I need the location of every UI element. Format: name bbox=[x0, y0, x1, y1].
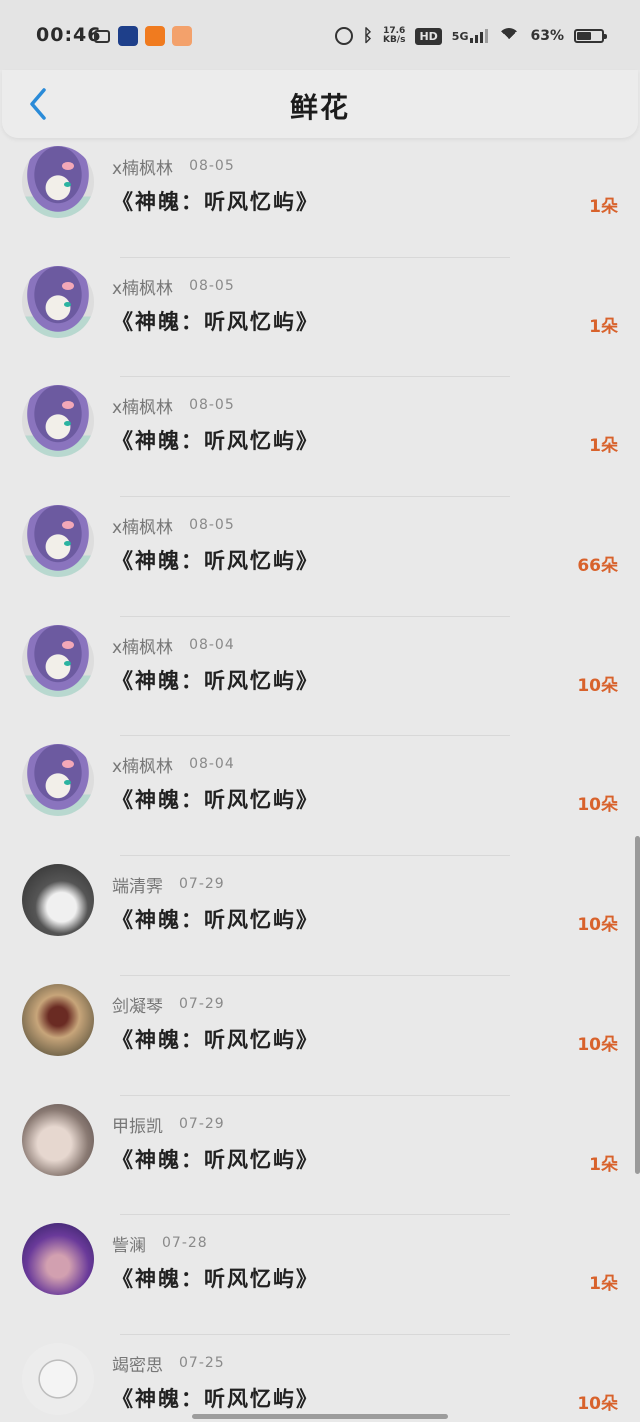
scrollbar[interactable] bbox=[635, 836, 640, 1174]
book-title[interactable]: 《神魄：听风忆屿》 bbox=[112, 425, 319, 455]
network-speed: 17.6 KB/s bbox=[382, 26, 406, 45]
book-title[interactable]: 《神魄：听风忆屿》 bbox=[112, 784, 319, 814]
book-title[interactable]: 《神魄：听风忆屿》 bbox=[112, 306, 319, 336]
flower-list[interactable]: x楠枫林 08-05 《神魄：听风忆屿》 1朵 x楠枫林 08-05 《神魄：听风忆屿》 1朵… bbox=[0, 138, 640, 1422]
list-item[interactable]: 端清霁 07-29 《神魄：听风忆屿》 10朵 bbox=[0, 856, 640, 976]
book-title[interactable]: 《神魄：听风忆屿》 bbox=[112, 1383, 319, 1413]
date: 07-29 bbox=[179, 876, 225, 893]
date: 07-28 bbox=[162, 1235, 208, 1252]
list-item[interactable]: x楠枫林 08-05 《神魄：听风忆屿》 1朵 bbox=[0, 258, 640, 378]
flower-count: 10朵 bbox=[577, 795, 618, 816]
bluetooth-icon: ᛒ bbox=[362, 26, 373, 46]
alarm-icon bbox=[334, 27, 353, 45]
username[interactable]: 訾澜 bbox=[112, 1231, 146, 1256]
flower-count: 1朵 bbox=[589, 316, 618, 337]
avatar[interactable] bbox=[22, 1342, 94, 1415]
date: 08-04 bbox=[189, 756, 235, 773]
avatar[interactable] bbox=[22, 983, 94, 1056]
list-item[interactable]: 訾澜 07-28 《神魄：听风忆屿》 1朵 bbox=[0, 1215, 640, 1335]
hd-badge: HD bbox=[415, 27, 442, 45]
date: 08-05 bbox=[189, 158, 235, 174]
list-item[interactable]: 竭密思 07-25 《神魄：听风忆屿》 10朵 bbox=[0, 1335, 640, 1422]
flower-count: 10朵 bbox=[577, 915, 618, 936]
date: 07-25 bbox=[179, 1354, 225, 1371]
username[interactable]: 剑凝琴 bbox=[112, 992, 163, 1017]
username[interactable]: x楠枫林 bbox=[112, 513, 173, 538]
flower-count: 10朵 bbox=[577, 1393, 618, 1414]
flower-count: 10朵 bbox=[577, 1034, 618, 1055]
avatar[interactable] bbox=[22, 505, 94, 578]
app-notification-icon bbox=[145, 26, 165, 46]
date: 08-05 bbox=[189, 277, 235, 294]
status-time: 00:46 bbox=[36, 24, 102, 46]
battery-percent: 63% bbox=[530, 28, 564, 44]
list-item[interactable]: 甲振凯 07-29 《神魄：听风忆屿》 1朵 bbox=[0, 1096, 640, 1216]
flower-count: 66朵 bbox=[577, 556, 618, 577]
list-item[interactable]: x楠枫林 08-04 《神魄：听风忆屿》 10朵 bbox=[0, 736, 640, 857]
page-title: 鲜花 bbox=[289, 91, 350, 124]
signal-icon: 5G bbox=[452, 29, 489, 43]
book-title[interactable]: 《神魄：听风忆屿》 bbox=[112, 1263, 319, 1293]
tv-icon bbox=[94, 30, 110, 43]
flower-count: 10朵 bbox=[577, 675, 618, 696]
status-bar: 00:46 ᛒ 17.6 KB/s HD 5G 63% bbox=[0, 0, 640, 70]
battery-icon bbox=[574, 29, 607, 43]
date: 08-05 bbox=[189, 397, 235, 414]
home-indicator[interactable] bbox=[192, 1414, 448, 1419]
date: 07-29 bbox=[179, 995, 225, 1012]
username[interactable]: 端清霁 bbox=[112, 872, 163, 897]
date: 08-05 bbox=[189, 517, 235, 534]
book-title[interactable]: 《神魄：听风忆屿》 bbox=[112, 186, 319, 216]
date: 07-29 bbox=[179, 1115, 225, 1132]
username[interactable]: x楠枫林 bbox=[112, 752, 173, 777]
avatar[interactable] bbox=[22, 146, 94, 218]
avatar[interactable] bbox=[22, 265, 94, 338]
list-item[interactable]: x楠枫林 08-05 《神魄：听风忆屿》 1朵 bbox=[0, 377, 640, 498]
taobao-icon bbox=[172, 26, 192, 46]
flower-count: 1朵 bbox=[589, 436, 618, 457]
list-item[interactable]: 剑凝琴 07-29 《神魄：听风忆屿》 10朵 bbox=[0, 976, 640, 1096]
header: 鲜花 bbox=[2, 70, 638, 138]
date: 08-04 bbox=[189, 636, 235, 653]
username[interactable]: 竭密思 bbox=[112, 1351, 163, 1376]
avatar[interactable] bbox=[22, 385, 94, 458]
username[interactable]: 甲振凯 bbox=[112, 1112, 163, 1137]
avatar[interactable] bbox=[22, 744, 94, 817]
username[interactable]: x楠枫林 bbox=[112, 274, 173, 299]
status-indicators: ᛒ 17.6 KB/s HD 5G 63% bbox=[334, 22, 607, 50]
book-title[interactable]: 《神魄：听风忆屿》 bbox=[112, 1024, 319, 1054]
list-item[interactable]: x楠枫林 08-05 《神魄：听风忆屿》 1朵 bbox=[0, 138, 640, 258]
avatar[interactable] bbox=[22, 624, 94, 697]
avatar[interactable] bbox=[22, 1103, 94, 1176]
wifi-icon bbox=[498, 28, 520, 44]
avatar[interactable] bbox=[22, 864, 94, 937]
username[interactable]: x楠枫林 bbox=[112, 393, 173, 418]
username[interactable]: x楠枫林 bbox=[112, 633, 173, 658]
list-item[interactable]: x楠枫林 08-05 《神魄：听风忆屿》 66朵 bbox=[0, 497, 640, 617]
flower-count: 1朵 bbox=[589, 1274, 618, 1295]
book-title[interactable]: 《神魄：听风忆屿》 bbox=[112, 665, 319, 695]
list-item[interactable]: x楠枫林 08-04 《神魄：听风忆屿》 10朵 bbox=[0, 617, 640, 737]
book-title[interactable]: 《神魄：听风忆屿》 bbox=[112, 545, 319, 575]
username[interactable]: x楠枫林 bbox=[112, 154, 173, 179]
book-title[interactable]: 《神魄：听风忆屿》 bbox=[112, 904, 319, 934]
book-title[interactable]: 《神魄：听风忆屿》 bbox=[112, 1144, 319, 1174]
flower-count: 1朵 bbox=[589, 1154, 618, 1175]
avatar[interactable] bbox=[22, 1223, 94, 1296]
flower-count: 1朵 bbox=[589, 197, 618, 217]
app-notification-icon bbox=[118, 26, 138, 46]
